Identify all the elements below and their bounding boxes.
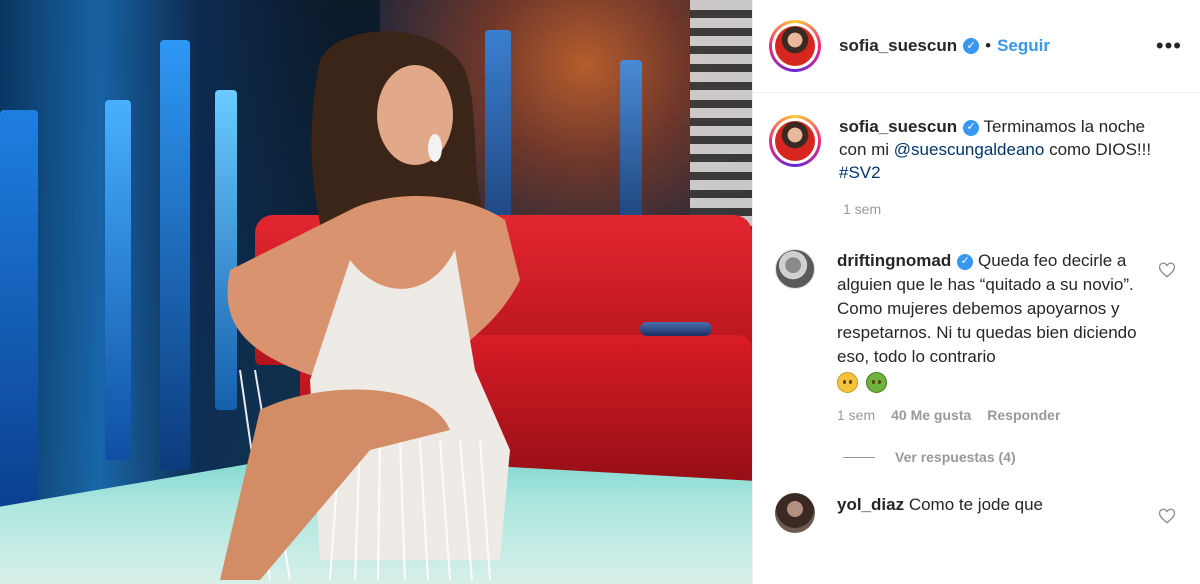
comment-meta: 1 sem 40 Me gusta Responder	[837, 407, 1137, 423]
caption-timestamp[interactable]: 1 sem	[843, 201, 1182, 217]
avatar[interactable]	[775, 493, 815, 533]
avatar-image	[775, 26, 815, 66]
comment-body: Como te jode que	[904, 495, 1044, 514]
bottle-on-sofa	[640, 322, 712, 336]
verified-badge-icon: ✓	[963, 119, 980, 136]
replies-divider	[843, 456, 875, 458]
caption-hashtag-link[interactable]: #SV2	[839, 163, 881, 182]
light-pillar	[620, 60, 642, 240]
avatar[interactable]	[769, 20, 821, 72]
comment-likes[interactable]: 40 Me gusta	[891, 407, 971, 423]
comment-item: driftingnomad ✓ Queda feo decirle a algui…	[769, 249, 1182, 423]
light-pillar	[160, 40, 190, 470]
avatar[interactable]	[775, 249, 815, 289]
avatar-image	[775, 121, 815, 161]
comment-text: driftingnomad ✓ Queda feo decirle a algui…	[837, 249, 1137, 369]
light-pillar	[0, 110, 38, 530]
verified-badge-icon: ✓	[963, 38, 980, 54]
comment-timestamp[interactable]: 1 sem	[837, 407, 875, 423]
verified-badge-icon: ✓	[957, 253, 974, 270]
more-horizontal-icon[interactable]: •••	[1156, 35, 1182, 57]
reply-button[interactable]: Responder	[987, 407, 1060, 423]
post-sidebar: sofia_suescun ✓ • Seguir ••• sofia_suesc…	[752, 0, 1200, 584]
separator-dot: •	[985, 36, 992, 55]
caption-body-end: como DIOS!!!	[1044, 140, 1152, 159]
woman-in-white-dress	[220, 31, 520, 581]
comment-username[interactable]: driftingnomad	[837, 251, 951, 270]
caption-mention-link[interactable]: @suescungaldeano	[894, 140, 1045, 159]
comment-emojis	[837, 369, 1137, 395]
comments-list: sofia_suescun ✓ Terminamos la noche con m…	[753, 93, 1200, 533]
comment-text: yol_diaz Como te jode que	[837, 493, 1137, 517]
post-header: sofia_suescun ✓ • Seguir •••	[753, 0, 1200, 93]
view-replies-button[interactable]: Ver respuestas (4)	[843, 449, 1182, 465]
stage-stairs	[690, 0, 752, 230]
confused-face-icon	[837, 372, 858, 394]
light-pillar	[105, 100, 131, 460]
follow-button[interactable]: Seguir	[997, 36, 1050, 56]
post-username[interactable]: sofia_suescun	[839, 36, 957, 56]
caption-username[interactable]: sofia_suescun	[839, 117, 957, 136]
avatar[interactable]	[769, 115, 821, 167]
comment-username[interactable]: yol_diaz	[837, 495, 904, 514]
view-replies-label: Ver respuestas (4)	[895, 449, 1016, 465]
post-caption: sofia_suescun ✓ Terminamos la noche con m…	[769, 115, 1182, 184]
nauseated-face-icon	[865, 372, 887, 394]
post-photo[interactable]	[0, 0, 752, 584]
heart-outline-icon[interactable]	[1158, 507, 1176, 525]
comment-item: yol_diaz Como te jode que	[769, 493, 1182, 533]
heart-outline-icon[interactable]	[1158, 261, 1176, 279]
caption-text: sofia_suescun ✓ Terminamos la noche con m…	[839, 115, 1169, 184]
